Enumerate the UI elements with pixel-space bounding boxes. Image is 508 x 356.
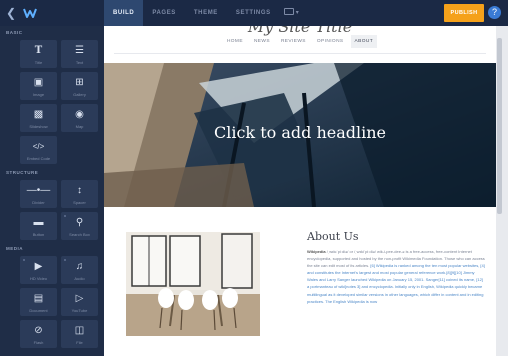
- nav-item-home[interactable]: HOME: [223, 35, 247, 48]
- element-label: File: [76, 340, 83, 345]
- button-icon: ▬: [33, 217, 44, 228]
- element-file[interactable]: ◫ File: [61, 320, 98, 348]
- search-icon: ⚲: [75, 217, 84, 228]
- chevron-down-icon: ▾: [295, 10, 299, 16]
- nav-item-about[interactable]: ABOUT: [350, 35, 378, 48]
- element-hd-video[interactable]: ▶ HD Video: [20, 256, 57, 284]
- file-icon: ◫: [74, 325, 85, 336]
- top-toolbar: ❮ BUILD PAGES THEME SETTINGS ▾ PUBLISH ?: [0, 0, 508, 26]
- element-label: YouTube: [71, 308, 88, 313]
- map-icon: ◉: [75, 109, 84, 120]
- monitor-icon: [283, 8, 294, 15]
- section-title-structure: STRUCTURE: [6, 170, 39, 175]
- element-label: Flash: [33, 340, 44, 345]
- element-label: Spacer: [73, 200, 86, 205]
- element-button[interactable]: ▬ Button: [20, 212, 57, 240]
- element-label: Image: [32, 92, 45, 97]
- element-label: Divider: [32, 200, 45, 205]
- tab-theme[interactable]: THEME: [185, 0, 227, 26]
- element-audio[interactable]: ♫ Audio: [61, 256, 98, 284]
- help-icon[interactable]: ?: [488, 6, 501, 19]
- element-label: Document: [29, 308, 48, 313]
- element-slideshow[interactable]: ▩ Slideshow: [20, 104, 57, 132]
- about-body-text[interactable]: Wikipedia /ˌwɪkᵻˈpiːdiə/ or /ˌwɪkiˈpiːdi…: [307, 248, 485, 305]
- element-label: Slideshow: [29, 124, 48, 129]
- element-label: Embed Code: [26, 156, 51, 161]
- elements-sidebar: BASIC T Title ☰ Text ▣ Image ⊞ Gallery ▩…: [0, 26, 104, 356]
- tab-build[interactable]: BUILD: [104, 0, 144, 26]
- embed-code-icon: </>: [32, 142, 45, 151]
- device-preview-dropdown[interactable]: ▾: [280, 0, 304, 26]
- element-document[interactable]: ▤ Document: [20, 288, 57, 316]
- publish-button[interactable]: PUBLISH: [444, 4, 484, 22]
- about-text-bold: Wikipedia: [307, 249, 326, 254]
- element-embed-code[interactable]: </> Embed Code: [20, 136, 57, 164]
- section-title-basic: BASIC: [6, 30, 23, 35]
- element-label: Title: [34, 60, 43, 65]
- tab-settings[interactable]: SETTINGS: [227, 0, 280, 26]
- back-chevron-icon[interactable]: ❮: [6, 6, 20, 20]
- site-navigation: HOME NEWS REVIEWS OPINIONS ABOUT: [104, 35, 496, 48]
- element-title[interactable]: T Title: [20, 40, 57, 68]
- element-map[interactable]: ◉ Map: [61, 104, 98, 132]
- nav-item-news[interactable]: NEWS: [250, 35, 274, 48]
- about-heading[interactable]: About Us: [307, 230, 359, 243]
- element-text[interactable]: ☰ Text: [61, 40, 98, 68]
- divider-icon: —•—: [26, 185, 51, 196]
- nav-item-reviews[interactable]: REVIEWS: [277, 35, 310, 48]
- weebly-logo-icon[interactable]: [22, 5, 38, 21]
- slideshow-icon: ▩: [33, 109, 44, 120]
- editor-canvas: My Site Title HOME NEWS REVIEWS OPINIONS…: [104, 26, 508, 356]
- nav-divider: [114, 53, 486, 54]
- element-label: Search Box: [69, 232, 90, 237]
- image-icon: ▣: [33, 77, 44, 88]
- element-label: Map: [75, 124, 84, 129]
- about-image[interactable]: [126, 232, 260, 336]
- audio-icon: ♫: [75, 261, 84, 272]
- element-label: Audio: [74, 276, 85, 281]
- flash-icon: ⊘: [34, 325, 43, 336]
- element-label: Text: [75, 60, 84, 65]
- element-label: HD Video: [29, 276, 48, 281]
- youtube-icon: ▷: [75, 293, 84, 304]
- site-page: My Site Title HOME NEWS REVIEWS OPINIONS…: [104, 26, 496, 356]
- spacer-icon: ↕: [77, 185, 82, 196]
- element-flash[interactable]: ⊘ Flash: [20, 320, 57, 348]
- section-title-media: MEDIA: [6, 246, 23, 251]
- element-image[interactable]: ▣ Image: [20, 72, 57, 100]
- document-icon: ▤: [33, 293, 44, 304]
- hero-headline[interactable]: Click to add headline: [104, 123, 496, 142]
- hero-banner[interactable]: Click to add headline: [104, 63, 496, 207]
- title-icon: T: [34, 45, 43, 56]
- canvas-scrollbar-thumb[interactable]: [497, 38, 502, 214]
- element-label: Button: [32, 232, 45, 237]
- nav-item-opinions[interactable]: OPINIONS: [313, 35, 348, 48]
- element-search-box[interactable]: ⚲ Search Box: [61, 212, 98, 240]
- dining-room-photo: [126, 232, 260, 336]
- editor-tabs: BUILD PAGES THEME SETTINGS ▾: [104, 0, 304, 26]
- video-icon: ▶: [34, 261, 43, 272]
- element-youtube[interactable]: ▷ YouTube: [61, 288, 98, 316]
- text-icon: ☰: [75, 45, 84, 56]
- tab-pages[interactable]: PAGES: [143, 0, 185, 26]
- element-label: Gallery: [73, 92, 86, 97]
- element-divider[interactable]: —•— Divider: [20, 180, 57, 208]
- gallery-icon: ⊞: [75, 77, 84, 88]
- element-gallery[interactable]: ⊞ Gallery: [61, 72, 98, 100]
- element-spacer[interactable]: ↕ Spacer: [61, 180, 98, 208]
